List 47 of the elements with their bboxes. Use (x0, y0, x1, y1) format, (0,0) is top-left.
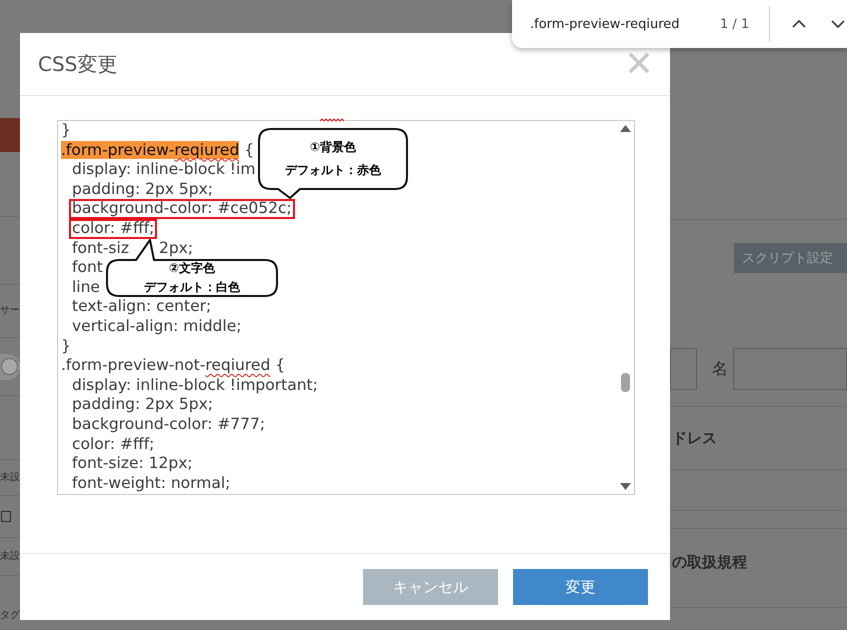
callout-title: ①背景色 (310, 140, 356, 155)
code-text: color: #fff; (72, 434, 154, 454)
callout-title: ②文字色 (168, 261, 216, 276)
code-text: font-siz (72, 238, 129, 258)
side-label: タグ (0, 610, 20, 622)
toggle-switch[interactable] (0, 354, 20, 380)
dialog-title: CSS変更 (38, 50, 118, 78)
code-text: } (61, 121, 71, 141)
code-text: line (72, 278, 100, 298)
code-text: padding: 2px 5px; (72, 180, 214, 200)
callout-text: デフォルト：赤色 (285, 163, 381, 178)
script-settings-button[interactable]: スクリプト設定 (734, 243, 847, 273)
scroll-down-icon[interactable] (620, 483, 631, 490)
scrollbar-thumb[interactable] (621, 373, 630, 392)
code-text: text-align: center; (72, 297, 212, 317)
squiggle-icon (320, 118, 344, 122)
code-text: padding: 2px 5px; (72, 395, 214, 415)
section-heading: の取扱規程 (672, 553, 747, 571)
cancel-button[interactable]: キャンセル (363, 569, 498, 605)
code-editor[interactable] (57, 120, 635, 495)
code-text: background-color: #777; (72, 414, 266, 434)
section-heading: ドレス (672, 429, 717, 447)
input-field[interactable] (670, 348, 697, 390)
code-text: display: inline-block !important; (72, 376, 318, 396)
code-text: 2px; (158, 238, 194, 258)
match-count: 1 / 1 (719, 16, 750, 32)
side-label: 未設 (0, 472, 20, 484)
code-text: font (72, 258, 103, 278)
submit-button[interactable]: 変更 (513, 569, 648, 605)
chevron-up-icon (792, 20, 806, 28)
code-text: display: inline-block !im (72, 160, 256, 180)
side-label: 未設 (0, 550, 20, 562)
code-text: font-size: 12px; (72, 454, 193, 474)
section-header-bar (0, 118, 20, 152)
code-text: vertical-align: middle; (72, 316, 242, 337)
close-icon (628, 52, 650, 74)
callout-text: デフォルト：白色 (144, 280, 240, 295)
code-text: font-weight: normal; (72, 474, 230, 494)
code-text: } (61, 336, 71, 356)
chevron-down-icon (831, 20, 846, 28)
css-selector: .form-preview-reqiured { (61, 140, 254, 160)
field-label: 名 (712, 358, 728, 380)
input-field[interactable] (733, 348, 847, 390)
side-label: サー (0, 305, 20, 317)
checkbox[interactable] (1, 511, 11, 522)
scroll-up-icon[interactable] (620, 125, 631, 132)
css-selector: .form-preview-not-reqiured { (61, 356, 286, 376)
